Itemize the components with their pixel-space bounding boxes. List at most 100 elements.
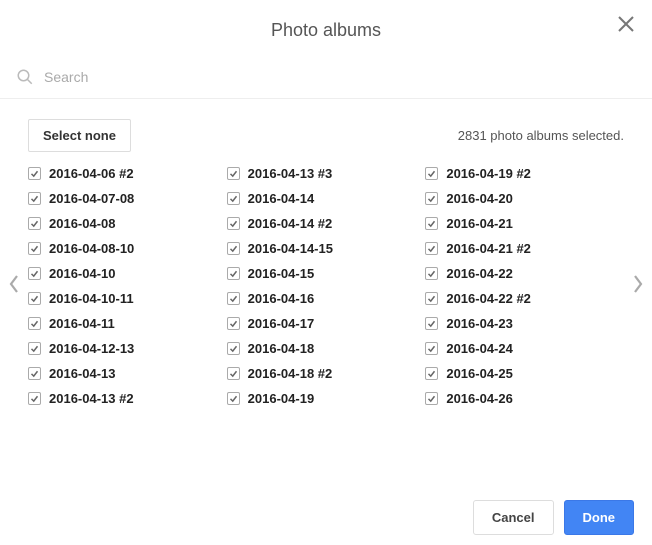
album-checkbox[interactable]	[28, 392, 41, 405]
album-checkbox[interactable]	[227, 367, 240, 380]
album-item[interactable]: 2016-04-16	[227, 291, 426, 306]
album-checkbox[interactable]	[425, 317, 438, 330]
album-item[interactable]: 2016-04-15	[227, 266, 426, 281]
close-icon	[617, 15, 635, 37]
done-button[interactable]: Done	[564, 500, 635, 535]
album-checkbox[interactable]	[227, 342, 240, 355]
selection-status: 2831 photo albums selected.	[458, 128, 624, 143]
album-checkbox[interactable]	[425, 192, 438, 205]
album-checkbox[interactable]	[28, 367, 41, 380]
album-checkbox[interactable]	[227, 217, 240, 230]
album-checkbox[interactable]	[425, 342, 438, 355]
album-checkbox[interactable]	[425, 292, 438, 305]
album-checkbox[interactable]	[28, 342, 41, 355]
album-checkbox[interactable]	[227, 167, 240, 180]
album-checkbox[interactable]	[28, 267, 41, 280]
next-page-button[interactable]	[626, 271, 650, 301]
album-checkbox[interactable]	[425, 267, 438, 280]
album-label: 2016-04-21	[446, 216, 513, 231]
album-label: 2016-04-13 #2	[49, 391, 134, 406]
album-checkbox[interactable]	[227, 242, 240, 255]
album-label: 2016-04-08-10	[49, 241, 134, 256]
album-label: 2016-04-21 #2	[446, 241, 531, 256]
album-item[interactable]: 2016-04-20	[425, 191, 624, 206]
album-item[interactable]: 2016-04-25	[425, 366, 624, 381]
album-item[interactable]: 2016-04-13 #2	[28, 391, 227, 406]
album-checkbox[interactable]	[227, 392, 240, 405]
album-item[interactable]: 2016-04-08-10	[28, 241, 227, 256]
album-checkbox[interactable]	[227, 317, 240, 330]
album-checkbox[interactable]	[28, 242, 41, 255]
album-item[interactable]: 2016-04-19 #2	[425, 166, 624, 181]
dialog-title: Photo albums	[271, 20, 381, 41]
album-checkbox[interactable]	[28, 292, 41, 305]
album-label: 2016-04-11	[49, 316, 115, 331]
album-item[interactable]: 2016-04-13 #3	[227, 166, 426, 181]
album-checkbox[interactable]	[227, 267, 240, 280]
album-item[interactable]: 2016-04-22	[425, 266, 624, 281]
album-label: 2016-04-24	[446, 341, 513, 356]
album-item[interactable]: 2016-04-22 #2	[425, 291, 624, 306]
album-item[interactable]: 2016-04-18	[227, 341, 426, 356]
album-checkbox[interactable]	[425, 242, 438, 255]
album-label: 2016-04-23	[446, 316, 513, 331]
album-item[interactable]: 2016-04-21 #2	[425, 241, 624, 256]
album-label: 2016-04-14-15	[248, 241, 333, 256]
cancel-button[interactable]: Cancel	[473, 500, 554, 535]
album-item[interactable]: 2016-04-12-13	[28, 341, 227, 356]
album-label: 2016-04-22 #2	[446, 291, 531, 306]
album-label: 2016-04-19	[248, 391, 315, 406]
album-label: 2016-04-26	[446, 391, 513, 406]
album-label: 2016-04-20	[446, 191, 513, 206]
album-item[interactable]: 2016-04-23	[425, 316, 624, 331]
album-label: 2016-04-25	[446, 366, 513, 381]
album-checkbox[interactable]	[28, 192, 41, 205]
album-label: 2016-04-10-11	[49, 291, 134, 306]
album-label: 2016-04-15	[248, 266, 315, 281]
album-label: 2016-04-16	[248, 291, 315, 306]
search-input[interactable]	[44, 69, 636, 85]
album-item[interactable]: 2016-04-17	[227, 316, 426, 331]
album-label: 2016-04-22	[446, 266, 513, 281]
album-label: 2016-04-17	[248, 316, 315, 331]
album-item[interactable]: 2016-04-06 #2	[28, 166, 227, 181]
album-label: 2016-04-14 #2	[248, 216, 333, 231]
album-item[interactable]: 2016-04-13	[28, 366, 227, 381]
album-item[interactable]: 2016-04-11	[28, 316, 227, 331]
album-item[interactable]: 2016-04-14	[227, 191, 426, 206]
album-checkbox[interactable]	[425, 367, 438, 380]
album-item[interactable]: 2016-04-26	[425, 391, 624, 406]
album-item[interactable]: 2016-04-14 #2	[227, 216, 426, 231]
album-label: 2016-04-07-08	[49, 191, 134, 206]
album-item[interactable]: 2016-04-24	[425, 341, 624, 356]
album-item[interactable]: 2016-04-10-11	[28, 291, 227, 306]
album-item[interactable]: 2016-04-10	[28, 266, 227, 281]
album-label: 2016-04-08	[49, 216, 116, 231]
album-label: 2016-04-18	[248, 341, 315, 356]
search-icon	[16, 68, 34, 86]
album-item[interactable]: 2016-04-07-08	[28, 191, 227, 206]
album-checkbox[interactable]	[425, 167, 438, 180]
close-button[interactable]	[612, 12, 640, 40]
chevron-left-icon	[8, 274, 20, 299]
album-label: 2016-04-06 #2	[49, 166, 134, 181]
album-checkbox[interactable]	[425, 217, 438, 230]
prev-page-button[interactable]	[2, 271, 26, 301]
select-none-button[interactable]: Select none	[28, 119, 131, 152]
chevron-right-icon	[632, 274, 644, 299]
album-checkbox[interactable]	[28, 317, 41, 330]
album-label: 2016-04-14	[248, 191, 315, 206]
album-checkbox[interactable]	[227, 192, 240, 205]
album-label: 2016-04-13	[49, 366, 116, 381]
album-item[interactable]: 2016-04-18 #2	[227, 366, 426, 381]
album-item[interactable]: 2016-04-19	[227, 391, 426, 406]
album-checkbox[interactable]	[28, 167, 41, 180]
album-item[interactable]: 2016-04-14-15	[227, 241, 426, 256]
album-item[interactable]: 2016-04-08	[28, 216, 227, 231]
album-label: 2016-04-19 #2	[446, 166, 531, 181]
album-checkbox[interactable]	[227, 292, 240, 305]
album-checkbox[interactable]	[28, 217, 41, 230]
album-checkbox[interactable]	[425, 392, 438, 405]
album-label: 2016-04-13 #3	[248, 166, 333, 181]
album-item[interactable]: 2016-04-21	[425, 216, 624, 231]
